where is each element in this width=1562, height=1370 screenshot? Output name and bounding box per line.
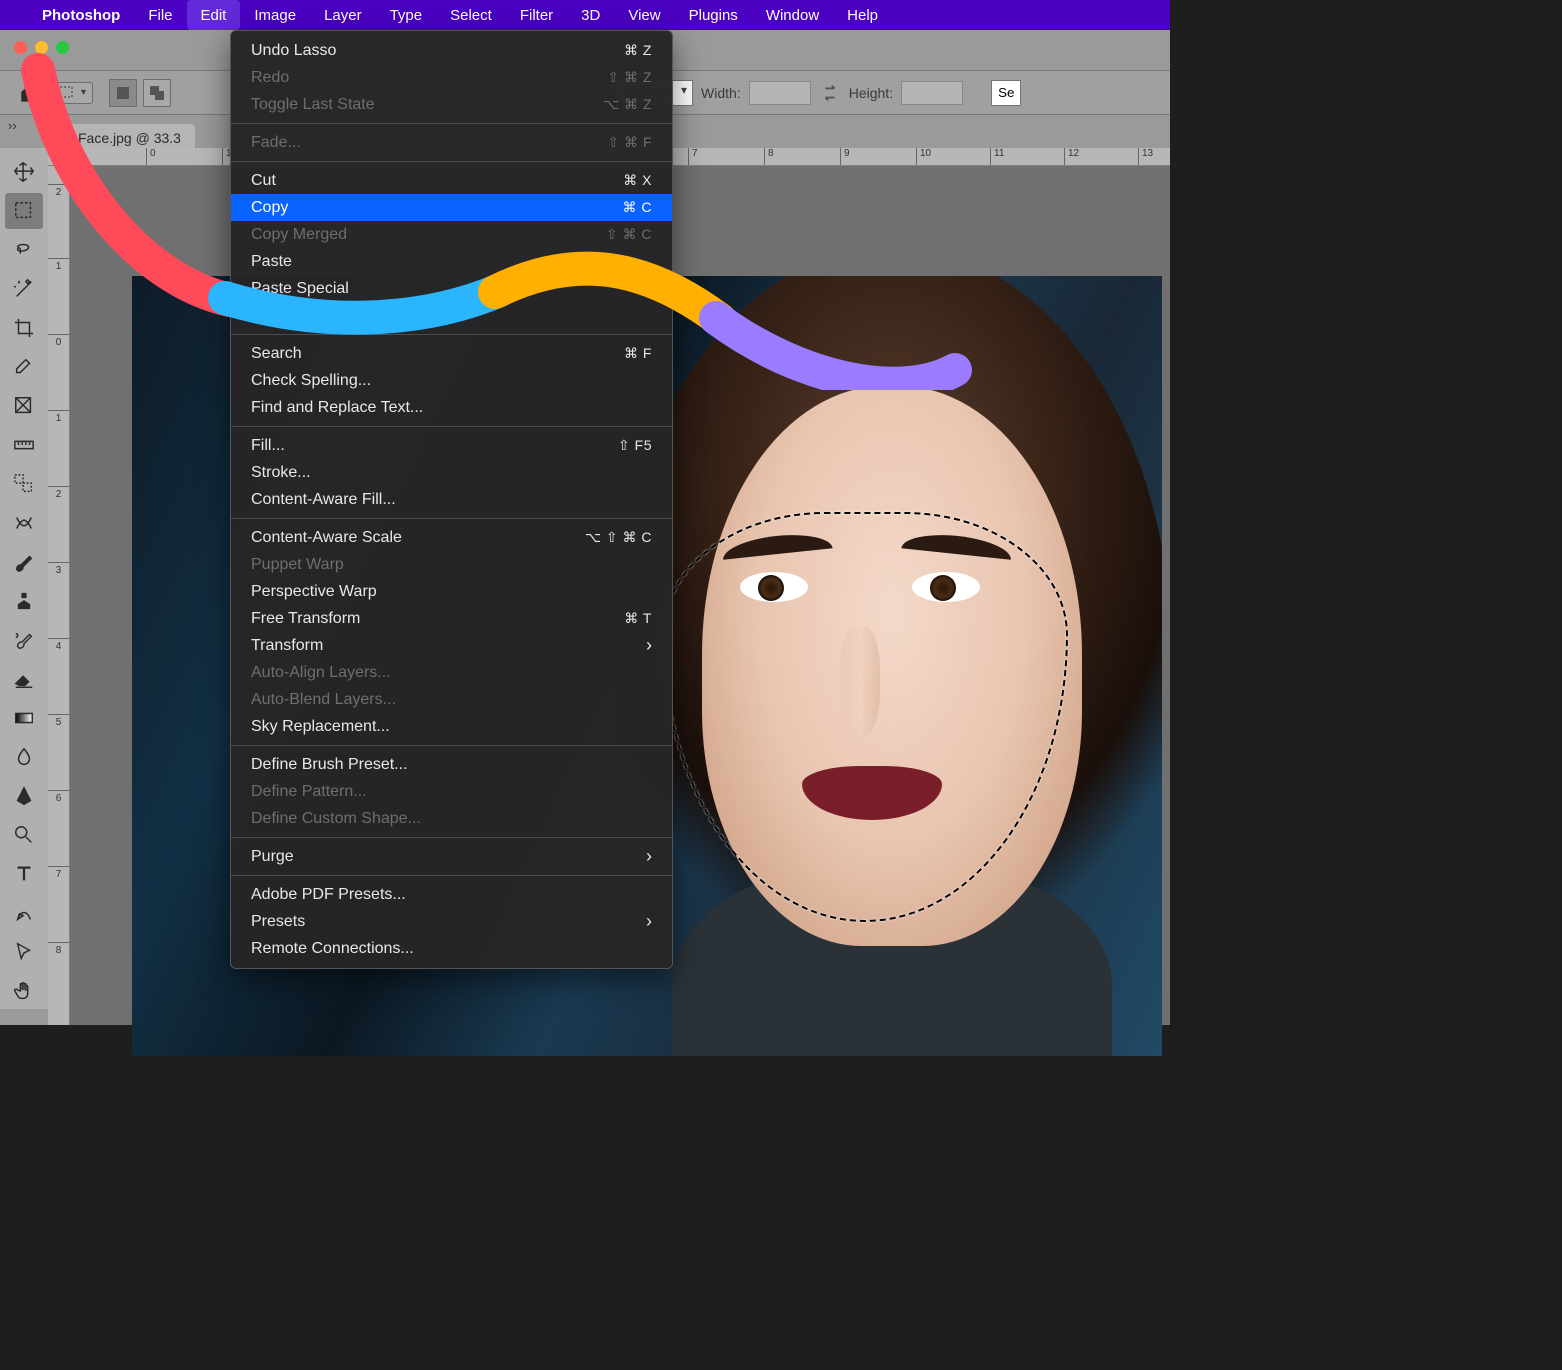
menu-item-redo: Redo⇧ ⌘ Z: [231, 64, 672, 91]
menu-item-auto-align-layers: Auto-Align Layers...: [231, 659, 672, 686]
hand-tool[interactable]: [5, 973, 43, 1009]
menu-item-sky-replacement[interactable]: Sky Replacement...: [231, 713, 672, 740]
blur-tool[interactable]: [5, 739, 43, 775]
menu-separator: [231, 161, 672, 162]
selection-style-dropdown[interactable]: ▾: [52, 82, 93, 104]
menu-item-presets[interactable]: Presets: [231, 908, 672, 935]
menu-edit[interactable]: Edit: [187, 0, 241, 30]
menu-item-transform[interactable]: Transform: [231, 632, 672, 659]
menu-help[interactable]: Help: [833, 0, 892, 30]
options-disclosure-icon[interactable]: ››: [8, 118, 17, 133]
selection-mode-group: [101, 78, 179, 108]
menu-item-copy[interactable]: Copy⌘ C: [231, 194, 672, 221]
menu-file[interactable]: File: [134, 0, 186, 30]
menu-item-auto-blend-layers: Auto-Blend Layers...: [231, 686, 672, 713]
menu-select[interactable]: Select: [436, 0, 506, 30]
history-brush-tool[interactable]: [5, 622, 43, 658]
menu-item-find-and-replace-text[interactable]: Find and Replace Text...: [231, 394, 672, 421]
menu-separator: [231, 426, 672, 427]
menu-item-stroke[interactable]: Stroke...: [231, 459, 672, 486]
gradient-tool[interactable]: [5, 700, 43, 736]
zoom-window-button[interactable]: [56, 41, 69, 54]
selection-add-button[interactable]: [143, 79, 171, 107]
menu-plugins[interactable]: Plugins: [675, 0, 752, 30]
menu-item-cut[interactable]: Cut⌘ X: [231, 167, 672, 194]
system-menubar: Photoshop FileEditImageLayerTypeSelectFi…: [0, 0, 1170, 30]
magic-wand-tool[interactable]: [5, 271, 43, 307]
menu-item-fade: Fade...⇧ ⌘ F: [231, 129, 672, 156]
selection-new-button[interactable]: [109, 79, 137, 107]
menu-separator: [231, 837, 672, 838]
vertical-ruler: 21012345678: [48, 166, 70, 1025]
menu-item-define-pattern: Define Pattern...: [231, 778, 672, 805]
ruler-tool[interactable]: [5, 427, 43, 463]
crop-tool[interactable]: [5, 310, 43, 346]
menu-item-check-spelling[interactable]: Check Spelling...: [231, 367, 672, 394]
menu-item-undo-lasso[interactable]: Undo Lasso⌘ Z: [231, 37, 672, 64]
menu-item-content-aware-scale[interactable]: Content-Aware Scale⌥ ⇧ ⌘ C: [231, 524, 672, 551]
width-input[interactable]: [749, 81, 811, 105]
menu-type[interactable]: Type: [376, 0, 437, 30]
menu-image[interactable]: Image: [240, 0, 310, 30]
select-subject-button[interactable]: Se: [991, 80, 1021, 106]
height-input[interactable]: [901, 81, 963, 105]
lasso-tool[interactable]: [5, 232, 43, 268]
mixer-tool[interactable]: [5, 505, 43, 541]
menu-window[interactable]: Window: [752, 0, 833, 30]
menu-separator: [231, 875, 672, 876]
menu-layer[interactable]: Layer: [310, 0, 376, 30]
photo-content: [612, 276, 1162, 1056]
toolbox: [0, 148, 48, 1009]
marquee-tool[interactable]: [5, 193, 43, 229]
app-name[interactable]: Photoshop: [28, 7, 134, 24]
frame-tool[interactable]: [5, 388, 43, 424]
swap-dims-icon[interactable]: [819, 82, 841, 104]
menu-item-adobe-pdf-presets[interactable]: Adobe PDF Presets...: [231, 881, 672, 908]
menu-item-paste[interactable]: Paste: [231, 248, 672, 275]
type-tool[interactable]: [5, 856, 43, 892]
menu-separator: [231, 518, 672, 519]
move-tool[interactable]: [5, 154, 43, 190]
menu-separator: [231, 123, 672, 124]
direct-select-tool[interactable]: [5, 934, 43, 970]
edit-menu-dropdown: Undo Lasso⌘ ZRedo⇧ ⌘ ZToggle Last State⌥…: [230, 30, 673, 969]
width-label: Width:: [701, 85, 741, 101]
dodge-tool[interactable]: [5, 817, 43, 853]
eyedropper-tool[interactable]: [5, 349, 43, 385]
menu-item-free-transform[interactable]: Free Transform⌘ T: [231, 605, 672, 632]
menu-item-define-brush-preset[interactable]: Define Brush Preset...: [231, 751, 672, 778]
menu-item-toggle-last-state: Toggle Last State⌥ ⌘ Z: [231, 91, 672, 118]
menu-separator: [231, 334, 672, 335]
height-label: Height:: [849, 85, 893, 101]
menu-3d[interactable]: 3D: [567, 0, 614, 30]
window-controls: [14, 41, 69, 54]
menu-separator: [231, 745, 672, 746]
menu-item-remote-connections[interactable]: Remote Connections...: [231, 935, 672, 962]
brush-tool[interactable]: [5, 544, 43, 580]
eraser-tool[interactable]: [5, 661, 43, 697]
path-pen-tool[interactable]: [5, 895, 43, 931]
menu-view[interactable]: View: [614, 0, 674, 30]
menu-item-perspective-warp[interactable]: Perspective Warp: [231, 578, 672, 605]
menu-item-fill[interactable]: Fill...⇧ F5: [231, 432, 672, 459]
home-icon[interactable]: [18, 80, 44, 106]
menu-item-paste-special[interactable]: Paste Special: [231, 275, 672, 302]
menu-item-copy-merged: Copy Merged⇧ ⌘ C: [231, 221, 672, 248]
minimize-window-button[interactable]: [35, 41, 48, 54]
clone-stamp-tool[interactable]: [5, 583, 43, 619]
shape-select-tool[interactable]: [5, 466, 43, 502]
menu-item-puppet-warp: Puppet Warp: [231, 551, 672, 578]
menu-filter[interactable]: Filter: [506, 0, 567, 30]
menu-item-define-custom-shape: Define Custom Shape...: [231, 805, 672, 832]
close-window-button[interactable]: [14, 41, 27, 54]
menu-item-purge[interactable]: Purge: [231, 843, 672, 870]
menu-item-clear[interactable]: Clear: [231, 302, 672, 329]
pen-tool[interactable]: [5, 778, 43, 814]
menu-item-content-aware-fill[interactable]: Content-Aware Fill...: [231, 486, 672, 513]
menu-item-search[interactable]: Search⌘ F: [231, 340, 672, 367]
